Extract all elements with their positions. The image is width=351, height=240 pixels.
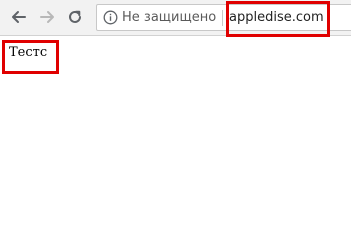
reload-button[interactable] (64, 6, 86, 28)
browser-toolbar: Не защищено appledise.com (0, 0, 351, 37)
page-content: Тестс (0, 37, 351, 213)
arrow-left-icon (12, 11, 26, 23)
info-icon[interactable] (103, 10, 118, 25)
browser-window: Не защищено appledise.com Тестс (0, 0, 351, 213)
security-status-label[interactable]: Не защищено (122, 9, 216, 27)
reload-icon (69, 10, 81, 23)
omnibox-separator (222, 10, 223, 26)
text-highlight-box (2, 40, 59, 74)
back-button[interactable] (8, 6, 30, 28)
arrow-right-icon (40, 11, 54, 23)
forward-button[interactable] (36, 6, 58, 28)
url-highlight-box (226, 1, 330, 37)
